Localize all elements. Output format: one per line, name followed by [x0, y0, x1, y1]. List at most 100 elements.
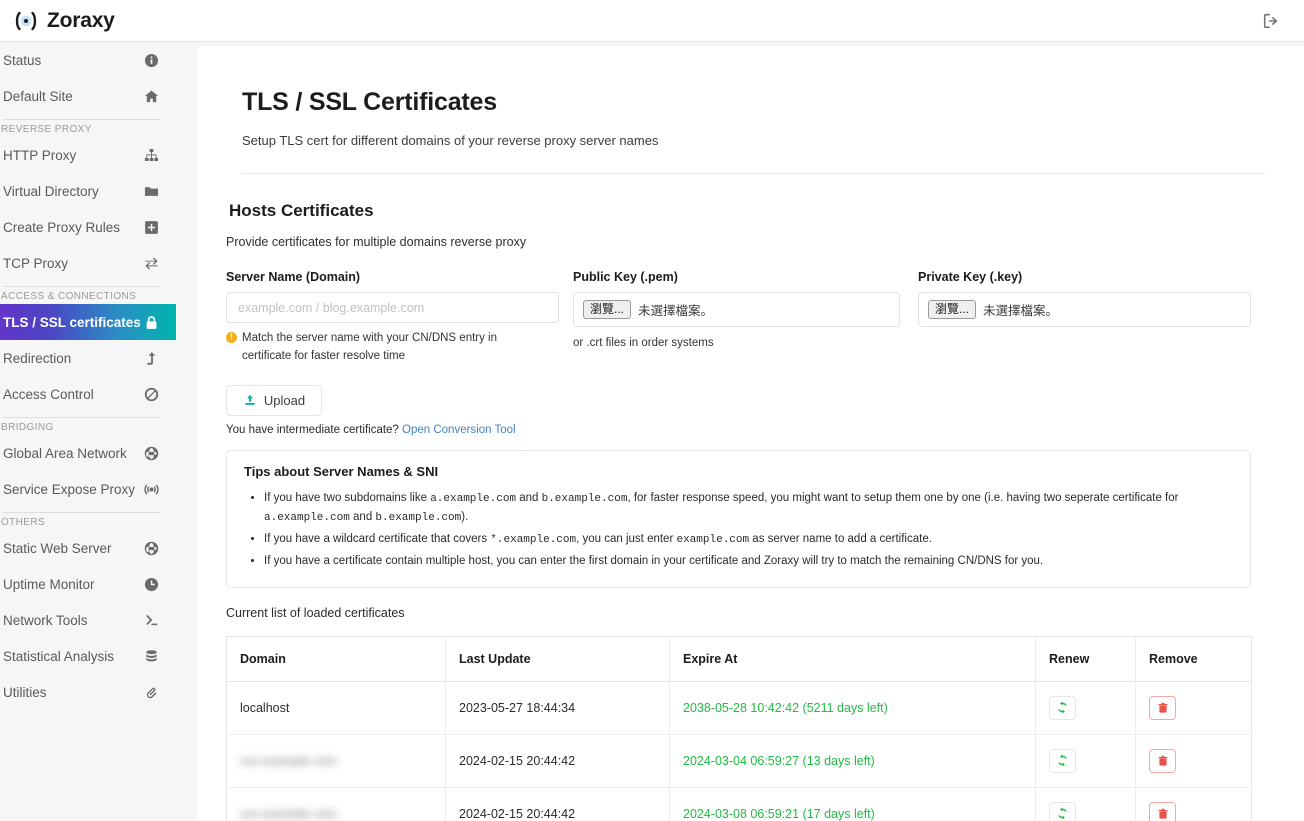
- home-icon: [144, 89, 159, 104]
- inline-code: b.example.com: [542, 493, 628, 505]
- sidebar-item-static-web-server[interactable]: Static Web Server: [0, 530, 176, 566]
- remove-button[interactable]: [1149, 696, 1176, 720]
- sidebar-item-http-proxy[interactable]: HTTP Proxy: [0, 137, 176, 173]
- tip-text: and: [516, 492, 542, 504]
- sni-tips-box: Tips about Server Names & SNI If you hav…: [226, 450, 1251, 588]
- sidebar-item-label: Redirection: [3, 351, 71, 366]
- sidebar-item-label: TCP Proxy: [3, 256, 68, 271]
- inline-code: a.example.com: [264, 512, 350, 524]
- column-header-renew: Renew: [1036, 636, 1136, 681]
- column-header-domain: Domain: [227, 636, 446, 681]
- inline-code: *.example.com: [490, 534, 576, 546]
- inline-code: a.example.com: [430, 493, 516, 505]
- cell-expire-at: 2024-03-08 06:59:21 (17 days left): [670, 787, 1036, 821]
- paperclip-icon: [144, 685, 159, 700]
- tip-text: If you have two subdomains like: [264, 492, 430, 504]
- sidebar-item-service-expose-proxy[interactable]: Service Expose Proxy: [0, 471, 176, 507]
- upload-button-label: Upload: [264, 393, 305, 408]
- divider: [241, 173, 1265, 174]
- sidebar-item-utilities[interactable]: Utilities: [0, 674, 176, 710]
- sni-tips-list: If you have two subdomains like a.exampl…: [244, 489, 1233, 571]
- sidebar-item-statistical-analysis[interactable]: Statistical Analysis: [0, 638, 176, 674]
- sidebar-group-header-reverse-proxy: REVERSE PROXY: [0, 120, 176, 137]
- brand-name: Zoraxy: [47, 9, 115, 33]
- remove-button[interactable]: [1149, 749, 1176, 773]
- tip-text: If you have a wildcard certificate that …: [264, 533, 490, 545]
- sidebar-item-tcp-proxy[interactable]: TCP Proxy: [0, 245, 176, 281]
- sidebar-item-create-proxy-rules[interactable]: Create Proxy Rules: [0, 209, 176, 245]
- table-header-row: DomainLast UpdateExpire AtRenewRemove: [227, 636, 1252, 681]
- sidebar-item-uptime-monitor[interactable]: Uptime Monitor: [0, 566, 176, 602]
- tip-text: ).: [461, 511, 468, 523]
- cell-expire-at: 2038-05-28 10:42:42 (5211 days left): [670, 681, 1036, 734]
- cell-domain: xxx.example.com: [227, 787, 446, 821]
- cell-domain: localhost: [227, 681, 446, 734]
- sidebar-item-label: Global Area Network: [3, 446, 127, 461]
- folder-icon: [144, 184, 159, 199]
- sni-tips-title: Tips about Server Names & SNI: [244, 464, 1233, 479]
- public-key-hint: or .crt files in order systems: [573, 337, 918, 349]
- cert-list-caption: Current list of loaded certificates: [226, 606, 1258, 620]
- sidebar-item-virtual-directory[interactable]: Virtual Directory: [0, 173, 176, 209]
- sidebar-item-access-control[interactable]: Access Control: [0, 376, 176, 412]
- tip-text: If you have a certificate contain multip…: [264, 555, 1043, 567]
- cell-last-update: 2024-02-15 20:44:42: [446, 734, 670, 787]
- main-content: TLS / SSL Certificates Setup TLS cert fo…: [197, 46, 1304, 821]
- sidebar-item-tls-ssl-certificates[interactable]: TLS / SSL certificates: [0, 304, 176, 340]
- sni-tip-item: If you have a wildcard certificate that …: [264, 530, 1233, 550]
- server-name-input[interactable]: [226, 292, 559, 323]
- warning-circle-icon: [226, 332, 237, 343]
- sidebar-item-default-site[interactable]: Default Site: [0, 78, 176, 114]
- private-key-field-group: Private Key (.key) 瀏覽... 未選擇檔案。: [918, 270, 1251, 366]
- sitemap-icon: [144, 148, 159, 163]
- column-header-last-update: Last Update: [446, 636, 670, 681]
- trash-icon: [1157, 702, 1169, 714]
- globe-icon: [144, 446, 159, 461]
- sidebar-item-network-tools[interactable]: Network Tools: [0, 602, 176, 638]
- sni-tip-item: If you have a certificate contain multip…: [264, 552, 1233, 571]
- zoraxy-logo-icon: [14, 9, 38, 33]
- tip-text: , for faster response speed, you might w…: [627, 492, 1178, 504]
- ban-icon: [144, 387, 159, 402]
- tip-text: , you can just enter: [576, 533, 676, 545]
- section-title: Hosts Certificates: [229, 201, 1258, 221]
- page-title: TLS / SSL Certificates: [242, 88, 1258, 117]
- public-key-file-input[interactable]: 瀏覽... 未選擇檔案。: [573, 292, 900, 327]
- sidebar-item-global-area-network[interactable]: Global Area Network: [0, 435, 176, 471]
- sidebar-item-status[interactable]: Status: [0, 42, 176, 78]
- public-key-browse-button[interactable]: 瀏覽...: [583, 300, 631, 319]
- cell-remove: [1136, 734, 1252, 787]
- renew-button[interactable]: [1049, 802, 1076, 821]
- upload-button[interactable]: Upload: [226, 385, 322, 416]
- private-key-file-input[interactable]: 瀏覽... 未選擇檔案。: [918, 292, 1251, 327]
- domain-value: xxx.example.com: [240, 754, 337, 768]
- cell-renew: [1036, 787, 1136, 821]
- database-icon: [144, 649, 159, 664]
- globe-icon: [144, 541, 159, 556]
- terminal-icon: [144, 613, 159, 628]
- section-subtitle: Provide certificates for multiple domain…: [226, 235, 1258, 249]
- tip-text: as server name to add a certificate.: [749, 533, 932, 545]
- certificates-table-body: localhost2023-05-27 18:44:342038-05-28 1…: [227, 681, 1252, 821]
- cell-remove: [1136, 681, 1252, 734]
- table-row: xxx.example.com2024-02-15 20:44:422024-0…: [227, 734, 1252, 787]
- server-name-label: Server Name (Domain): [226, 270, 573, 284]
- remove-button[interactable]: [1149, 802, 1176, 821]
- open-conversion-tool-link[interactable]: Open Conversion Tool: [402, 424, 516, 436]
- logout-icon[interactable]: [1258, 8, 1284, 34]
- renew-button[interactable]: [1049, 696, 1076, 720]
- inline-code: example.com: [676, 534, 749, 546]
- renew-button[interactable]: [1049, 749, 1076, 773]
- table-row: xxx.example.com2024-02-15 20:44:422024-0…: [227, 787, 1252, 821]
- page-subtitle: Setup TLS cert for different domains of …: [242, 133, 1258, 148]
- tip-text: and: [350, 511, 376, 523]
- cell-remove: [1136, 787, 1252, 821]
- plus-square-icon: [144, 220, 159, 235]
- private-key-browse-button[interactable]: 瀏覽...: [928, 300, 976, 319]
- sidebar-item-redirection[interactable]: Redirection: [0, 340, 176, 376]
- trash-icon: [1157, 755, 1169, 767]
- cell-domain: xxx.example.com: [227, 734, 446, 787]
- conversion-tool-text: You have intermediate certificate?: [226, 424, 399, 436]
- sidebar-item-label: TLS / SSL certificates: [3, 315, 141, 330]
- table-row: localhost2023-05-27 18:44:342038-05-28 1…: [227, 681, 1252, 734]
